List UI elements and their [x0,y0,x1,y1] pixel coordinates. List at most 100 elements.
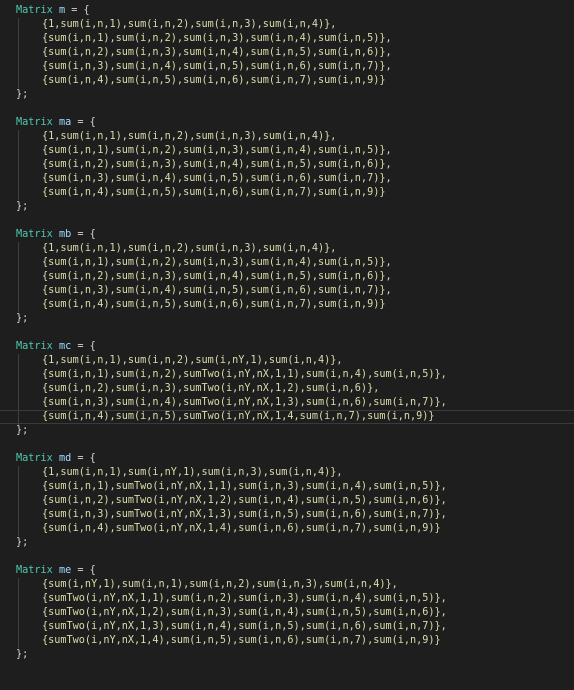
current-line[interactable]: {sum(i,n,4),sum(i,n,5),sumTwo(i,nY,nX,1,… [0,410,574,425]
block-close: }; [16,313,29,324]
indent-guide [18,411,19,425]
type-keyword: Matrix [16,5,53,16]
indent-guide [18,592,19,606]
variable-name: ma [58,117,72,128]
code-line[interactable]: {sum(i,n,3),sum(i,n,4),sum(i,n,5),sum(i,… [0,284,574,298]
code-row-text: {1,sum(i,n,1),sum(i,n,2),sum(i,nY,1),sum… [42,355,343,366]
code-row-text: {1,sum(i,n,1),sum(i,nY,1),sum(i,n,3),sum… [42,467,343,478]
assign-open: = { [71,117,96,128]
code-line[interactable]: {sumTwo(i,nY,nX,1,1),sum(i,n,2),sum(i,n,… [0,592,574,606]
declaration-text: Matrix me = { [16,564,96,578]
code-line[interactable]: {sum(i,n,4),sum(i,n,5),sum(i,n,6),sum(i,… [0,186,574,200]
code-row-text: {sum(i,n,4),sum(i,n,5),sum(i,n,6),sum(i,… [42,187,386,198]
indent-guide [18,298,19,312]
code-row-text: {sum(i,n,1),sum(i,n,2),sum(i,n,3),sum(i,… [42,33,392,44]
code-line[interactable]: {sum(i,n,1),sum(i,n,2),sumTwo(i,nY,nX,1,… [0,368,574,382]
code-row-text: {1,sum(i,n,1),sum(i,n,2),sum(i,n,3),sum(… [42,19,337,30]
indent-guide [18,186,19,200]
code-line[interactable]: {sum(i,n,3),sum(i,n,4),sumTwo(i,nY,nX,1,… [0,396,574,410]
indent-guide [18,508,19,522]
code-line[interactable]: {sumTwo(i,nY,nX,1,3),sum(i,n,4),sum(i,n,… [0,620,574,634]
code-line[interactable]: {sum(i,n,1),sum(i,n,2),sum(i,n,3),sum(i,… [0,144,574,158]
indent-guide [18,46,19,60]
matrix-declaration-line[interactable]: Matrix mb = { [0,228,574,242]
block-close-line[interactable]: }; [0,536,574,550]
code-row-text: {sumTwo(i,nY,nX,1,4),sum(i,n,5),sum(i,n,… [42,635,441,646]
indent-guide [18,256,19,270]
declaration-text: Matrix mb = { [16,228,96,242]
indent-guide [18,606,19,620]
code-line[interactable]: {sum(i,n,3),sumTwo(i,nY,nX,1,3),sum(i,n,… [0,508,574,522]
code-row-text: {sum(i,nY,1),sum(i,n,1),sum(i,n,2),sum(i… [42,579,398,590]
indent-guide [18,578,19,592]
matrix-declaration-line[interactable]: Matrix mc = { [0,340,574,354]
code-line[interactable]: {sum(i,n,1),sumTwo(i,nY,nX,1,1),sum(i,n,… [0,480,574,494]
code-row-text: {sumTwo(i,nY,nX,1,3),sum(i,n,4),sum(i,n,… [42,621,447,632]
code-line[interactable]: {sum(i,n,1),sum(i,n,2),sum(i,n,3),sum(i,… [0,32,574,46]
code-line[interactable]: {sum(i,n,3),sum(i,n,4),sum(i,n,5),sum(i,… [0,172,574,186]
indent-guide [18,74,19,88]
block-close: }; [16,425,29,436]
indent-guide [18,18,19,32]
code-row-text: {sumTwo(i,nY,nX,1,2),sum(i,n,3),sum(i,n,… [42,607,447,618]
block-close-line[interactable]: }; [0,312,574,326]
code-row-text: {sum(i,n,4),sum(i,n,5),sum(i,n,6),sum(i,… [42,299,386,310]
code-line[interactable]: {sumTwo(i,nY,nX,1,4),sum(i,n,5),sum(i,n,… [0,634,574,648]
code-row-text: {sum(i,n,2),sum(i,n,3),sum(i,n,4),sum(i,… [42,271,392,282]
code-editor[interactable]: Matrix m = {{1,sum(i,n,1),sum(i,n,2),sum… [0,0,574,690]
indent-guide [18,494,19,508]
indent-guide [18,242,19,256]
matrix-declaration-line[interactable]: Matrix m = { [0,4,574,18]
block-close-line[interactable]: }; [0,648,574,662]
code-row-text: {sum(i,n,2),sumTwo(i,nY,nX,1,2),sum(i,n,… [42,495,447,506]
code-line[interactable]: {1,sum(i,n,1),sum(i,n,2),sum(i,nY,1),sum… [0,354,574,368]
block-close-line[interactable]: }; [0,200,574,214]
indent-guide [18,354,19,368]
code-line[interactable]: {sum(i,n,2),sum(i,n,3),sumTwo(i,nY,nX,1,… [0,382,574,396]
block-close: }; [16,89,29,100]
code-row-text: {sum(i,n,3),sum(i,n,4),sum(i,n,5),sum(i,… [42,61,392,72]
code-line[interactable]: {sumTwo(i,nY,nX,1,2),sum(i,n,3),sum(i,n,… [0,606,574,620]
code-line[interactable]: {1,sum(i,n,1),sum(i,n,2),sum(i,n,3),sum(… [0,130,574,144]
code-line[interactable]: {1,sum(i,n,1),sum(i,n,2),sum(i,n,3),sum(… [0,242,574,256]
type-keyword: Matrix [16,117,53,128]
indent-guide [18,396,19,410]
block-close-line[interactable]: }; [0,424,574,438]
type-keyword: Matrix [16,565,53,576]
code-line[interactable]: {sum(i,n,2),sum(i,n,3),sum(i,n,4),sum(i,… [0,270,574,284]
code-line[interactable]: {sum(i,n,4),sumTwo(i,nY,nX,1,4),sum(i,n,… [0,522,574,536]
code-row-text: {sum(i,n,2),sum(i,n,3),sumTwo(i,nY,nX,1,… [42,383,380,394]
code-line[interactable]: {sum(i,n,1),sum(i,n,2),sum(i,n,3),sum(i,… [0,256,574,270]
code-line[interactable]: {sum(i,nY,1),sum(i,n,1),sum(i,n,2),sum(i… [0,578,574,592]
variable-name: me [58,565,72,576]
code-line[interactable]: {sum(i,n,4),sum(i,n,5),sum(i,n,6),sum(i,… [0,298,574,312]
block-close-line[interactable]: }; [0,88,574,102]
code-row-text: {sum(i,n,3),sum(i,n,4),sum(i,n,5),sum(i,… [42,173,392,184]
block-close: }; [16,537,29,548]
code-row-text: {sum(i,n,2),sum(i,n,3),sum(i,n,4),sum(i,… [42,159,392,170]
assign-open: = { [71,229,96,240]
matrix-declaration-line[interactable]: Matrix md = { [0,452,574,466]
code-row-text: {sum(i,n,3),sumTwo(i,nY,nX,1,3),sum(i,n,… [42,509,447,520]
code-line[interactable]: {1,sum(i,n,1),sum(i,n,2),sum(i,n,3),sum(… [0,18,574,32]
code-row-text: {sum(i,n,1),sumTwo(i,nY,nX,1,1),sum(i,n,… [42,481,447,492]
code-row-text: {1,sum(i,n,1),sum(i,n,2),sum(i,n,3),sum(… [42,131,337,142]
block-close: }; [16,649,29,660]
code-line[interactable]: {sum(i,n,2),sum(i,n,3),sum(i,n,4),sum(i,… [0,46,574,60]
assign-open: = { [71,565,96,576]
matrix-declaration-line[interactable]: Matrix me = { [0,564,574,578]
assign-open: = { [65,5,90,16]
matrix-declaration-line[interactable]: Matrix ma = { [0,116,574,130]
variable-name: mb [58,229,72,240]
code-row-text: {sum(i,n,1),sum(i,n,2),sumTwo(i,nY,nX,1,… [42,369,447,380]
code-line[interactable]: {sum(i,n,2),sum(i,n,3),sum(i,n,4),sum(i,… [0,158,574,172]
declaration-text: Matrix ma = { [16,116,96,130]
code-line[interactable]: {sum(i,n,3),sum(i,n,4),sum(i,n,5),sum(i,… [0,60,574,74]
code-row-text: {sumTwo(i,nY,nX,1,1),sum(i,n,2),sum(i,n,… [42,593,447,604]
code-line[interactable]: {1,sum(i,n,1),sum(i,nY,1),sum(i,n,3),sum… [0,466,574,480]
indent-guide [18,368,19,382]
code-line[interactable]: {sum(i,n,4),sum(i,n,5),sum(i,n,6),sum(i,… [0,74,574,88]
code-line[interactable]: {sum(i,n,2),sumTwo(i,nY,nX,1,2),sum(i,n,… [0,494,574,508]
code-row-text: {sum(i,n,2),sum(i,n,3),sum(i,n,4),sum(i,… [42,47,392,58]
code-row-text: {sum(i,n,4),sumTwo(i,nY,nX,1,4),sum(i,n,… [42,523,441,534]
